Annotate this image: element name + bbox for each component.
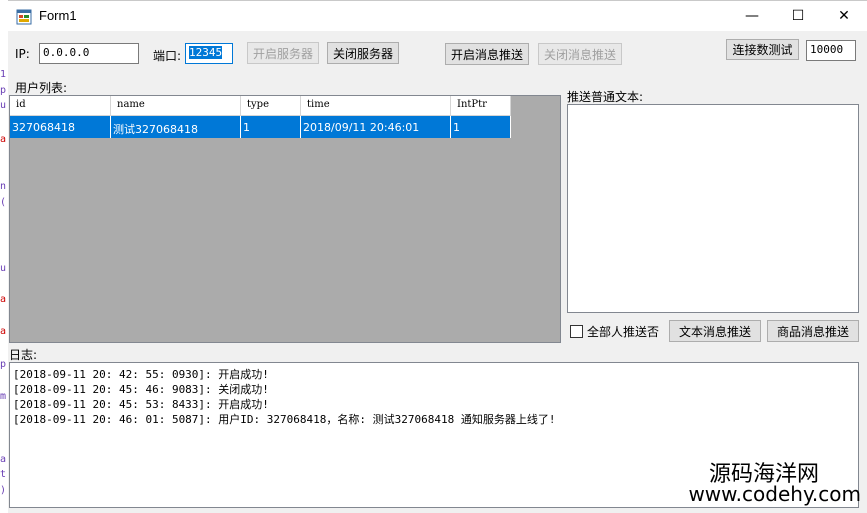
log-label: 日志:: [9, 348, 38, 362]
connection-count-input[interactable]: 10000: [806, 40, 856, 61]
port-input[interactable]: 12345: [185, 43, 233, 64]
window-title: Form1: [39, 8, 77, 23]
code-char: a: [0, 454, 7, 465]
cell-type: 1: [241, 116, 301, 138]
port-value-selected: 12345: [189, 46, 223, 59]
goods-push-button[interactable]: 商品消息推送: [767, 320, 859, 342]
code-char: m: [0, 391, 7, 402]
stop-server-button[interactable]: 关闭服务器: [327, 42, 399, 64]
user-list-label: 用户列表:: [15, 81, 68, 95]
app-form-icon: [16, 9, 32, 25]
code-char: n: [0, 181, 7, 192]
start-server-button[interactable]: 开启服务器: [247, 42, 319, 64]
log-line: [2018-09-11 20: 45: 46: 9083]: 关闭成功!: [13, 383, 269, 396]
code-char: 1: [0, 69, 7, 80]
start-push-button[interactable]: 开启消息推送: [445, 43, 529, 65]
code-char: p: [0, 359, 7, 370]
connection-test-button[interactable]: 连接数测试: [726, 39, 799, 60]
text-push-button[interactable]: 文本消息推送: [669, 320, 761, 342]
table-row[interactable]: 327068418 测试327068418 1 2018/09/11 20:46…: [10, 116, 511, 138]
port-label: 端口:: [153, 49, 182, 63]
title-bar[interactable]: Form1 — ☐ ✕: [1, 1, 867, 31]
ip-input[interactable]: 0.0.0.0: [39, 43, 139, 64]
watermark-url: www.codehy.com: [688, 482, 861, 506]
log-line: [2018-09-11 20: 45: 53: 8433]: 开启成功!: [13, 398, 269, 411]
background-code-strip: 1 p u a n ( u a a p m a t ): [0, 0, 8, 513]
minimize-button[interactable]: —: [729, 1, 775, 31]
push-all-checkbox[interactable]: [570, 325, 583, 338]
user-grid[interactable]: id name type time IntPtr 327068418 测试327…: [9, 95, 561, 343]
cell-intptr: 1: [451, 116, 511, 138]
main-window: Form1 — ☐ ✕ IP: 0.0.0.0 端口: 12345 开启服务器 …: [0, 0, 867, 513]
maximize-button[interactable]: ☐: [775, 1, 821, 31]
code-char: a: [0, 294, 7, 305]
code-char: u: [0, 263, 7, 274]
cell-time: 2018/09/11 20:46:01: [301, 116, 451, 138]
code-char: (: [0, 197, 7, 208]
push-text-label: 推送普通文本:: [567, 90, 644, 104]
column-header-id[interactable]: id: [10, 96, 111, 116]
code-char: a: [0, 134, 7, 145]
code-char: ): [0, 485, 7, 496]
cell-id: 327068418: [10, 116, 111, 138]
code-char: u: [0, 100, 7, 111]
ip-label: IP:: [15, 47, 30, 61]
log-line: [2018-09-11 20: 46: 01: 5087]: 用户ID: 327…: [13, 413, 556, 426]
cell-name: 测试327068418: [111, 116, 241, 138]
push-all-label: 全部人推送否: [587, 325, 660, 339]
code-char: p: [0, 85, 7, 96]
log-line: [2018-09-11 20: 42: 55: 0930]: 开启成功!: [13, 368, 269, 381]
close-button[interactable]: ✕: [821, 1, 867, 31]
stop-push-button[interactable]: 关闭消息推送: [538, 43, 622, 65]
code-char: t: [0, 469, 7, 480]
column-header-name[interactable]: name: [111, 96, 241, 116]
column-header-intptr[interactable]: IntPtr: [451, 96, 511, 116]
code-char: a: [0, 326, 7, 337]
grid-header: id name type time IntPtr: [10, 96, 511, 116]
column-header-time[interactable]: time: [301, 96, 451, 116]
push-text-area[interactable]: [567, 104, 859, 313]
column-header-type[interactable]: type: [241, 96, 301, 116]
